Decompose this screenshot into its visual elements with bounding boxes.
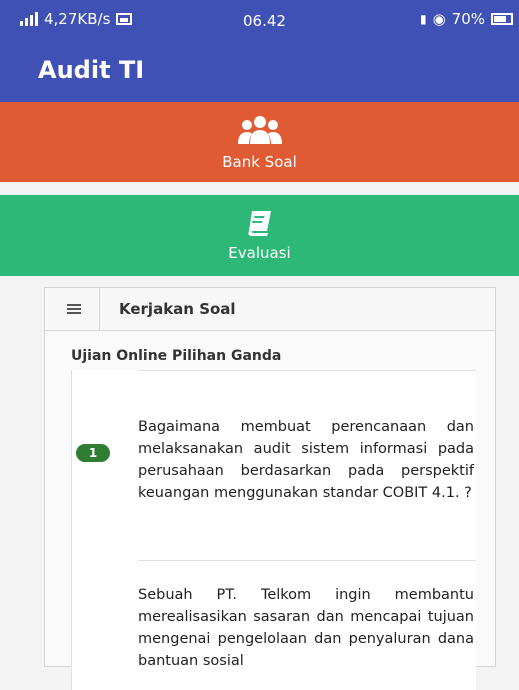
list-icon[interactable] xyxy=(67,304,81,316)
status-bar: 4,27KB/s 06.42 ▮ ◉ 70% xyxy=(0,0,519,40)
battery-icon xyxy=(491,13,513,25)
evaluasi-button[interactable]: Evaluasi xyxy=(0,195,519,276)
book-icon xyxy=(246,209,274,241)
app-bar: Audit TI xyxy=(0,40,519,102)
panel-header: Kerjakan Soal xyxy=(45,288,495,331)
signal-icon xyxy=(20,12,38,26)
eye-icon: ◉ xyxy=(432,10,446,28)
signal-strength-icon: ▮ xyxy=(419,12,427,26)
kerjakan-soal-panel: Kerjakan Soal Ujian Online Pilihan Ganda… xyxy=(44,287,496,690)
question-number-badge: 1 xyxy=(76,444,110,462)
divider xyxy=(138,370,476,371)
app-title: Audit TI xyxy=(38,56,145,84)
users-icon xyxy=(237,114,283,150)
question-1-text[interactable]: Bagaimana membuat perencanaan dan melaks… xyxy=(138,416,474,504)
image-notification-icon xyxy=(116,13,133,25)
panel-header-label: Kerjakan Soal xyxy=(119,300,236,318)
status-time: 06.42 xyxy=(243,12,286,30)
battery-percent: 70% xyxy=(451,10,485,28)
question-list: Bagaimana membuat perencanaan dan melaks… xyxy=(71,370,476,690)
header-divider xyxy=(99,288,100,330)
bank-soal-button[interactable]: Bank Soal xyxy=(0,102,519,182)
quiz-subtitle: Ujian Online Pilihan Ganda xyxy=(71,348,282,364)
evaluasi-label: Evaluasi xyxy=(228,244,291,262)
bank-soal-label: Bank Soal xyxy=(222,153,297,171)
network-speed: 4,27KB/s xyxy=(44,10,111,28)
question-2-text[interactable]: Sebuah PT. Telkom ingin membantu mereali… xyxy=(138,584,474,672)
divider xyxy=(138,560,476,561)
